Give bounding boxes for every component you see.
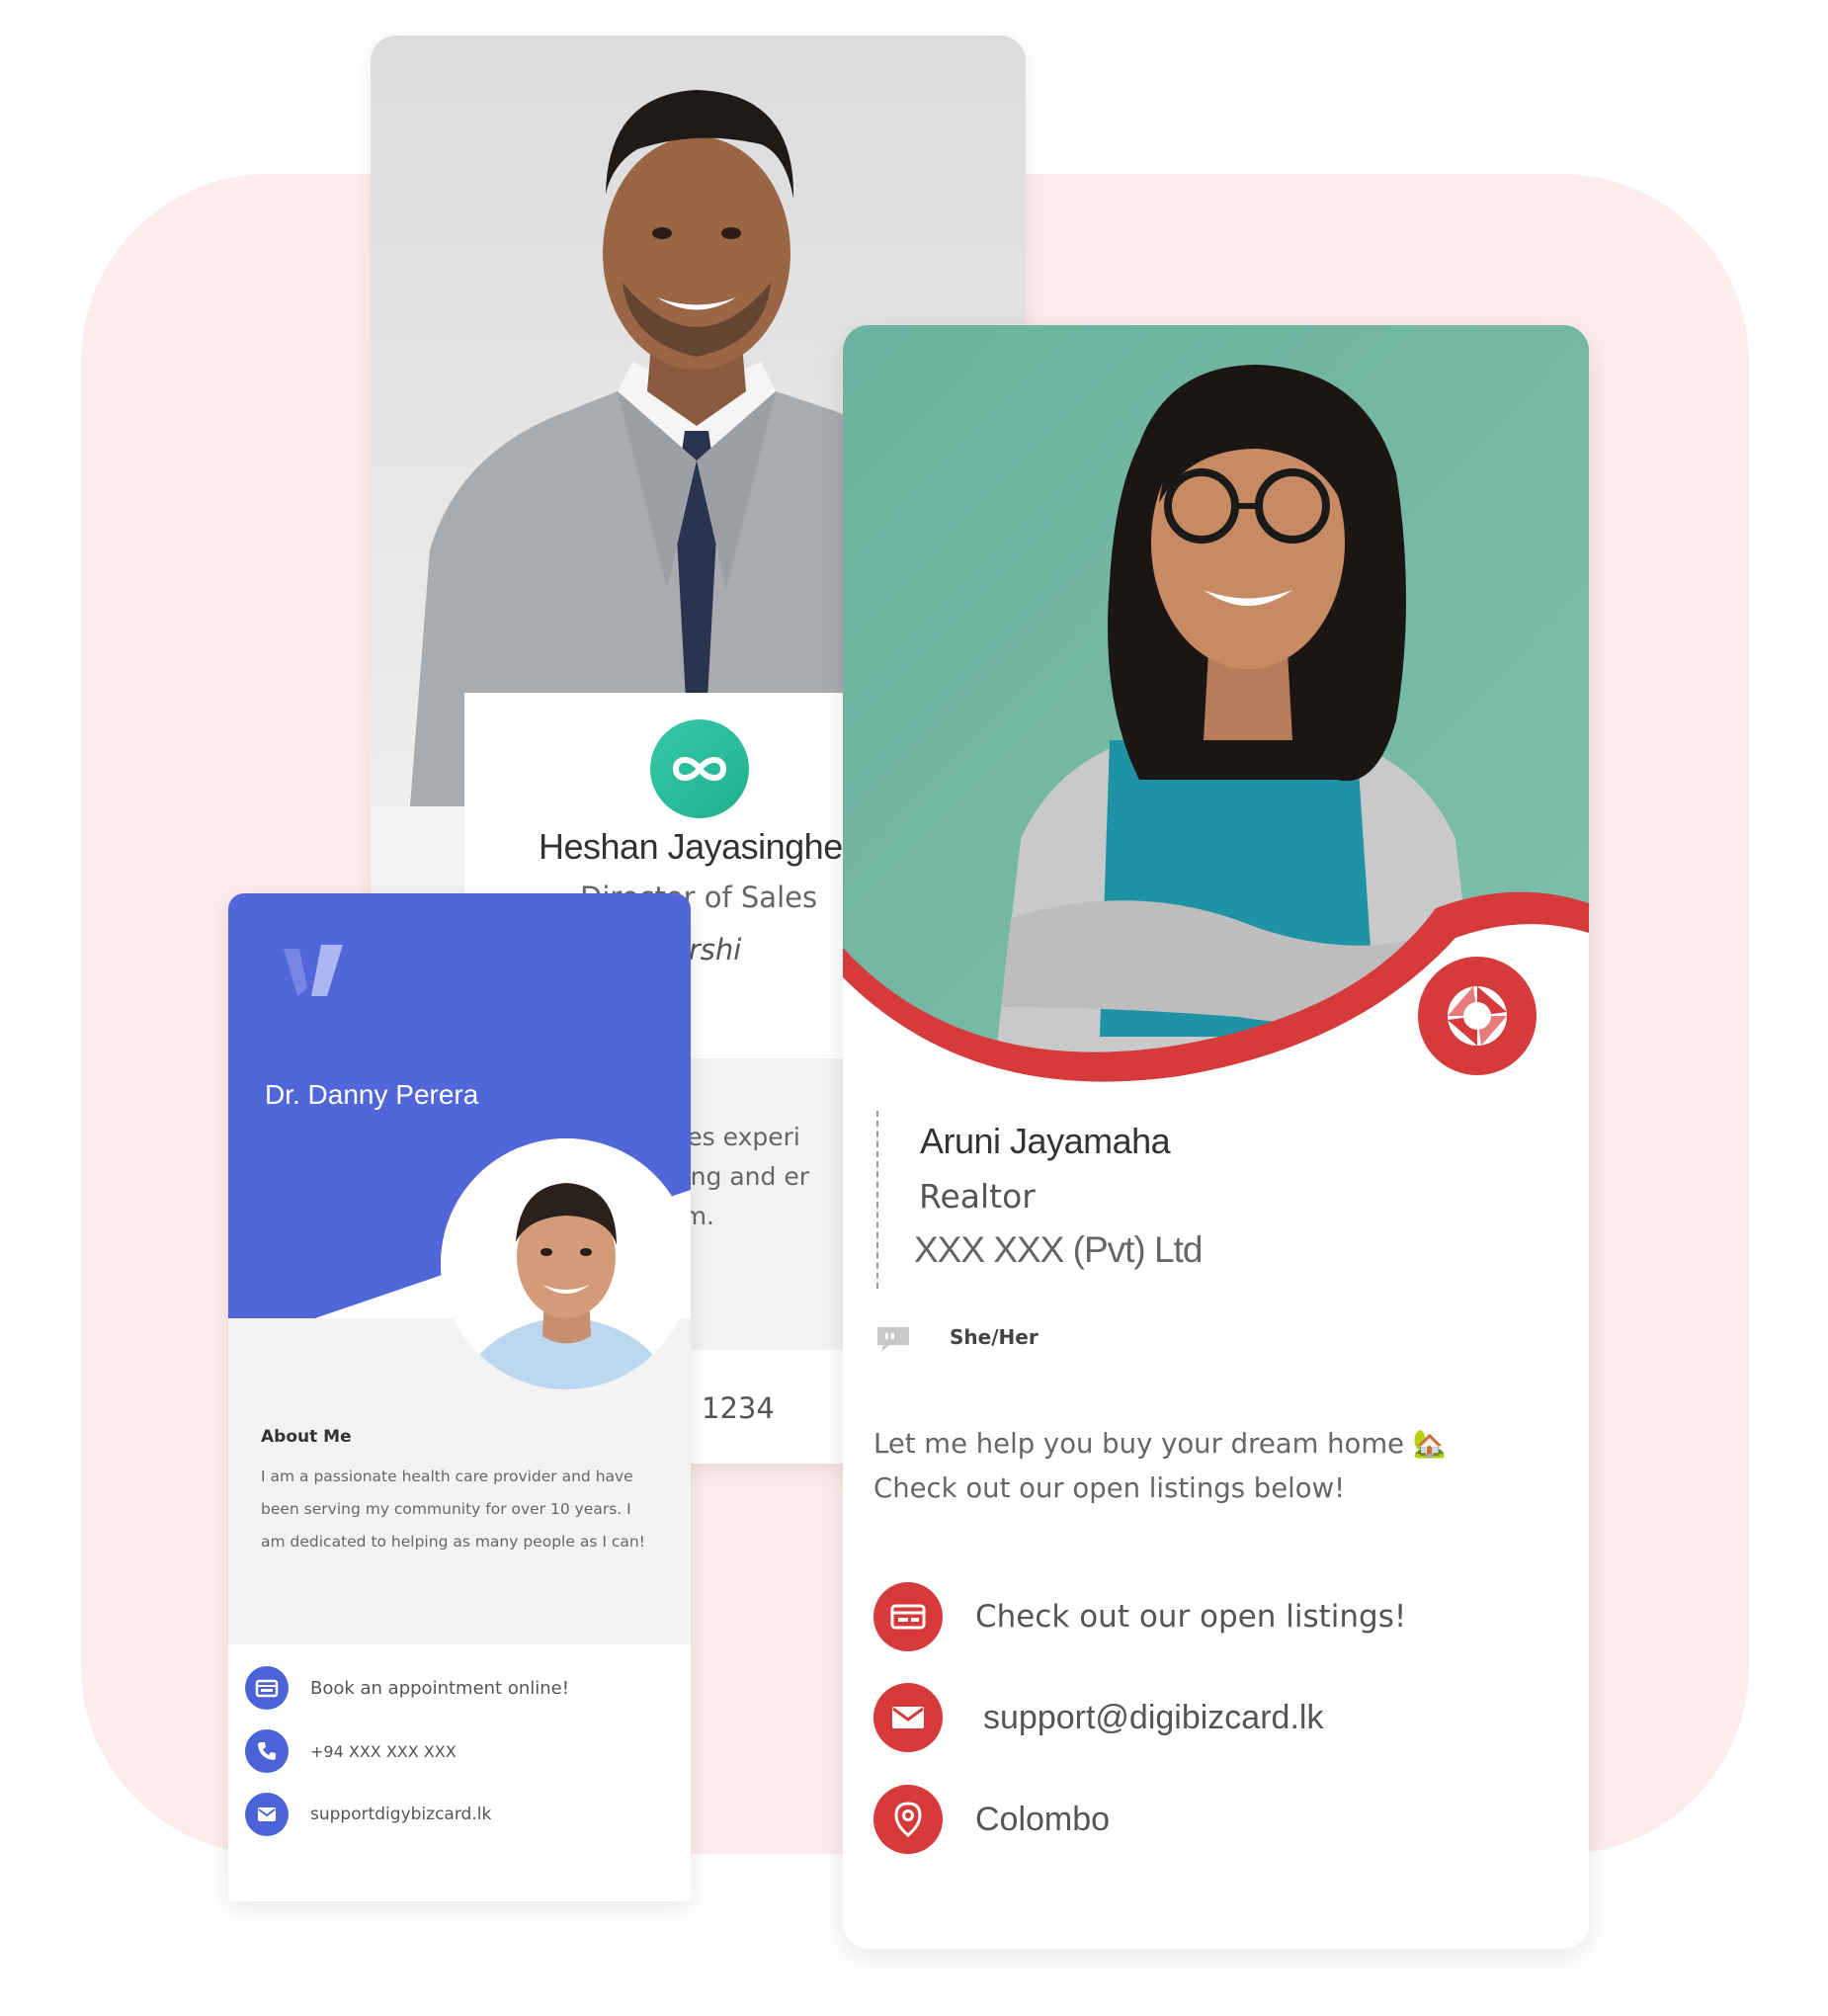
aruni-title: Realtor: [919, 1177, 1036, 1216]
aruni-bio: Let me help you buy your dream home 🏡 Ch…: [873, 1422, 1447, 1511]
avatar: [441, 1138, 691, 1389]
bio-line: Check out our open listings below!: [873, 1472, 1346, 1504]
aruni-name: Aruni Jayamaha: [920, 1121, 1171, 1161]
action-email[interactable]: supportdigybizcard.lk: [245, 1791, 491, 1838]
brand-logo-icon: [284, 945, 343, 996]
aruni-pronouns: She/Her: [950, 1325, 1039, 1349]
location-pin-icon: [873, 1785, 943, 1854]
action-open-listings[interactable]: Check out our open listings!: [873, 1581, 1406, 1652]
infinity-icon: [650, 719, 749, 818]
speech-bubble-icon: [877, 1327, 909, 1352]
listing-icon: [873, 1582, 943, 1651]
action-label: Book an appointment online!: [310, 1677, 569, 1699]
action-phone[interactable]: +94 XXX XXX XXX: [245, 1727, 457, 1775]
divider: [876, 1111, 878, 1289]
mail-icon: [245, 1793, 289, 1836]
mail-icon: [873, 1683, 943, 1752]
aruni-company: XXX XXX (Pvt) Ltd: [914, 1229, 1203, 1270]
about-title: About Me: [261, 1427, 352, 1447]
action-email[interactable]: support@digibizcard.lk: [873, 1682, 1323, 1753]
action-book-appointment[interactable]: Book an appointment online!: [245, 1664, 569, 1712]
brand-logo-icon: [1418, 957, 1537, 1075]
action-location[interactable]: Colombo: [873, 1784, 1110, 1855]
calendar-icon: [245, 1666, 289, 1710]
action-label: Colombo: [975, 1800, 1111, 1838]
action-label: support@digibizcard.lk: [983, 1698, 1324, 1736]
action-label: supportdigybizcard.lk: [310, 1805, 492, 1824]
bio-line: Let me help you buy your dream home 🏡: [873, 1428, 1448, 1460]
phone-icon: [245, 1729, 289, 1773]
action-label: Check out our open listings!: [975, 1599, 1407, 1635]
danny-name: Dr. Danny Perera: [265, 1079, 479, 1110]
about-text: I am a passionate health care provider a…: [261, 1468, 645, 1551]
action-label: +94 XXX XXX XXX: [310, 1741, 457, 1761]
heshan-phone[interactable]: 1234: [702, 1391, 775, 1425]
heshan-name: Heshan Jayasinghe: [539, 826, 843, 867]
card-aruni[interactable]: Aruni Jayamaha Realtor XXX XXX (Pvt) Ltd…: [843, 325, 1589, 1949]
